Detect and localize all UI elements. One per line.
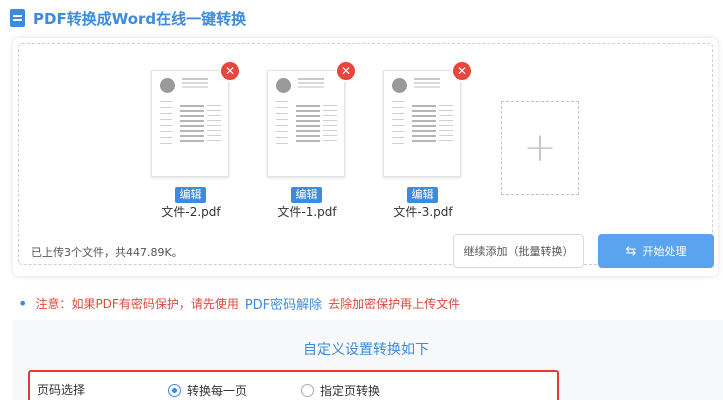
bullet-icon: • — [18, 293, 28, 313]
thumb-text-lines — [160, 101, 172, 146]
file-name: 文件-3.pdf — [393, 205, 453, 219]
thumb-avatar — [392, 78, 407, 93]
thumb-title-lines — [414, 78, 440, 80]
file-name: 文件-2.pdf — [161, 205, 221, 219]
thumb-content-block — [412, 105, 436, 145]
thumb-content-block — [180, 105, 204, 145]
notice-prefix: 注意：如果PDF有密码保护，请先使用 — [35, 297, 239, 311]
start-process-label: 开始处理 — [642, 245, 687, 258]
file-item: ✕ 编辑 文件-1.pdf — [251, 60, 371, 220]
pdf-thumbnail[interactable] — [383, 70, 461, 177]
radio-label: 转换每一页 — [187, 384, 248, 398]
upload-dropzone[interactable]: ✕ 编辑 文件-2.pdf ✕ 编辑 文件-1.pdf ✕ 编辑 文件-3.pd… — [18, 43, 713, 265]
thumb-title-lines — [298, 78, 324, 80]
upload-card: ✕ 编辑 文件-2.pdf ✕ 编辑 文件-1.pdf ✕ 编辑 文件-3.pd… — [13, 38, 718, 276]
radio-specified-pages[interactable]: 指定页转换 — [301, 382, 380, 399]
thumb-avatar — [276, 78, 291, 93]
radio-unchecked-icon[interactable] — [301, 384, 314, 397]
add-file-tile[interactable]: + — [501, 101, 579, 195]
notice-suffix: 去除加密保护再上传文件 — [328, 297, 461, 311]
remove-file-button[interactable]: ✕ — [219, 60, 241, 82]
file-name: 文件-1.pdf — [277, 205, 337, 219]
page-select-label: 页码选择 — [37, 383, 86, 397]
radio-label: 指定页转换 — [320, 384, 381, 398]
thumb-text-lines — [276, 101, 288, 146]
start-process-button[interactable]: ⇆ 开始处理 — [598, 234, 714, 268]
radio-checked-icon[interactable] — [168, 384, 181, 397]
radio-convert-all[interactable]: 转换每一页 — [168, 382, 247, 399]
remove-file-button[interactable]: ✕ — [451, 60, 473, 82]
pdf-thumbnail[interactable] — [267, 70, 345, 177]
document-icon — [10, 9, 25, 27]
settings-panel: 自定义设置转换如下 页码选择 转换每一页 指定页转换 — [13, 320, 723, 400]
upload-summary: 已上传3个文件，共447.89K。 — [31, 246, 183, 259]
thumb-title-lines — [182, 78, 208, 80]
page-title: PDF转换成Word在线一键转换 — [33, 9, 247, 28]
pdf-thumbnail[interactable] — [151, 70, 229, 177]
file-item: ✕ 编辑 文件-3.pdf — [367, 60, 487, 220]
plus-icon: + — [523, 125, 557, 171]
edit-file-button[interactable]: 编辑 — [175, 187, 206, 203]
page-select-row: 页码选择 转换每一页 指定页转换 — [28, 370, 559, 400]
pdf-unlock-link[interactable]: PDF密码解除 — [245, 294, 322, 313]
password-notice: • 注意：如果PDF有密码保护，请先使用 PDF密码解除 去除加密保护再上传文件 — [18, 294, 460, 313]
edit-file-button[interactable]: 编辑 — [407, 187, 438, 203]
thumb-text-lines — [392, 101, 404, 146]
swap-icon: ⇆ — [625, 243, 637, 259]
page-header: PDF转换成Word在线一键转换 — [10, 7, 246, 29]
settings-title: 自定义设置转换如下 — [303, 342, 429, 358]
thumb-text-lines — [439, 105, 453, 145]
thumb-content-block — [296, 105, 320, 145]
file-item: ✕ 编辑 文件-2.pdf — [135, 60, 255, 220]
edit-file-button[interactable]: 编辑 — [291, 187, 322, 203]
thumb-avatar — [160, 78, 175, 93]
thumb-text-lines — [323, 105, 337, 145]
remove-file-button[interactable]: ✕ — [335, 60, 357, 82]
continue-add-button[interactable]: 继续添加（批量转换） — [453, 234, 584, 268]
thumb-text-lines — [207, 105, 221, 145]
